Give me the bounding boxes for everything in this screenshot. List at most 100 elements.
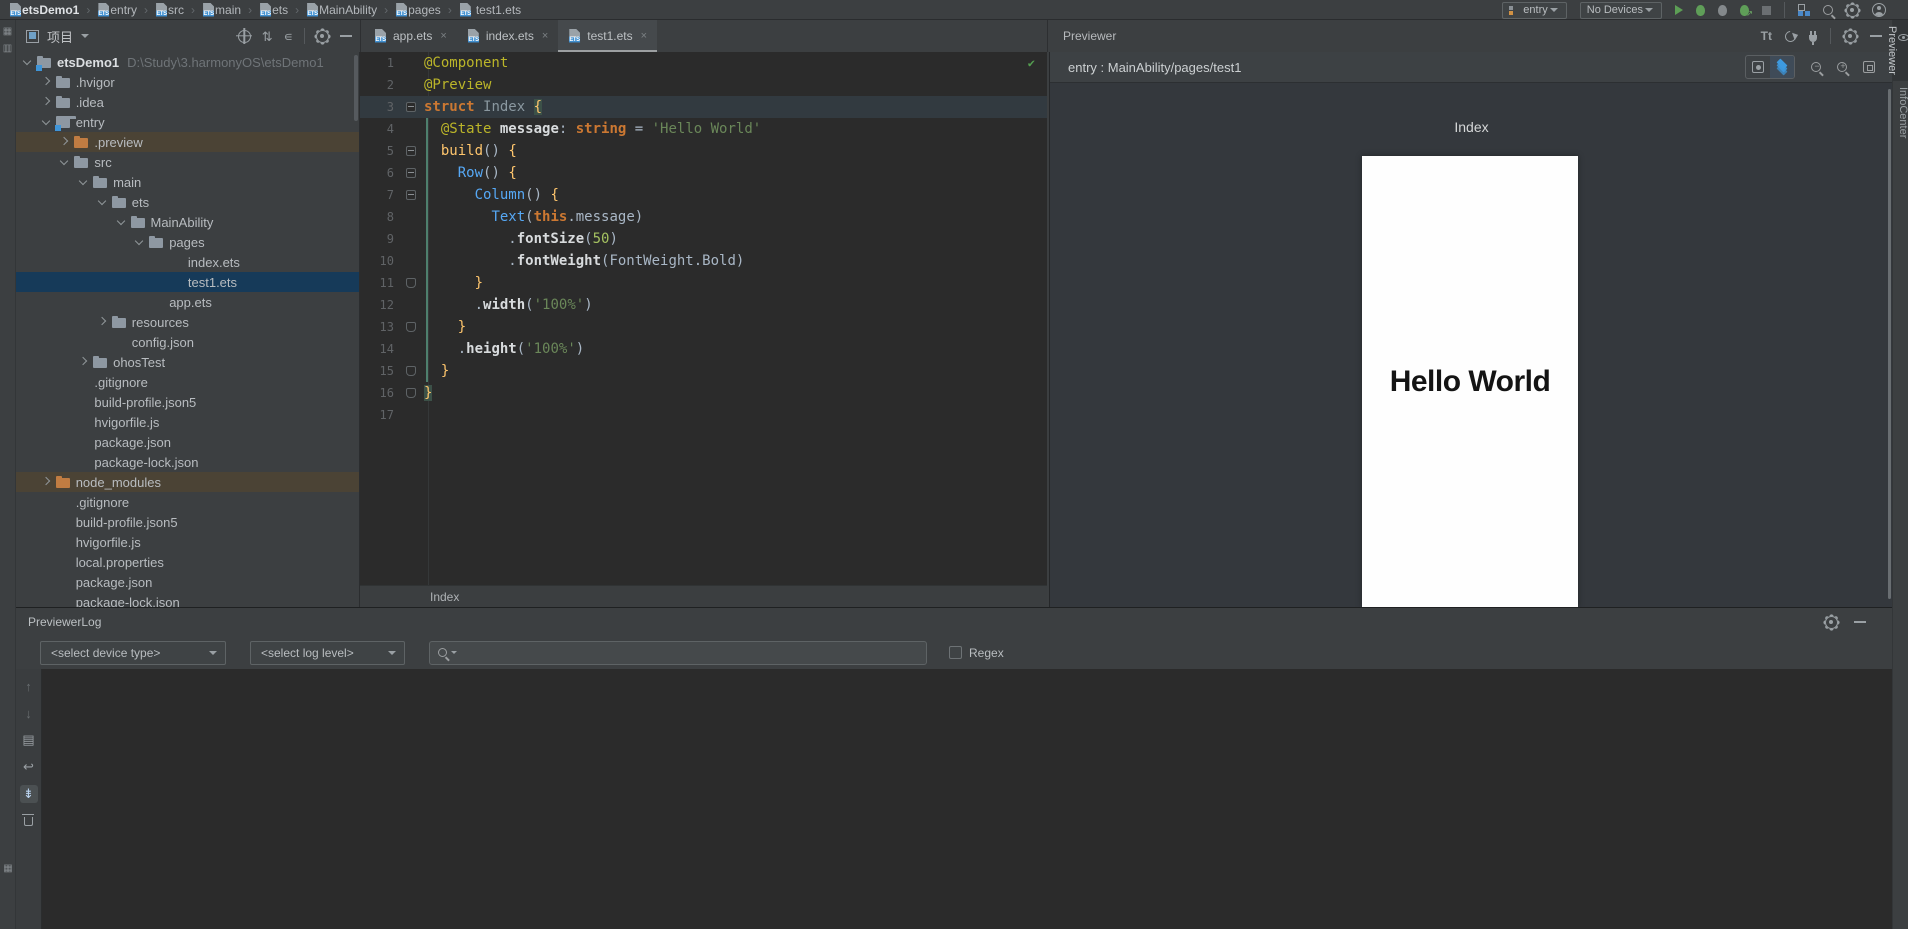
layers-view-button[interactable] [1770,56,1794,78]
tree-row[interactable]: .gitignore [16,372,359,392]
profile-button[interactable]: ↗ [1740,5,1749,16]
previewer-settings-gear-icon[interactable] [1844,30,1857,43]
chevron-icon[interactable] [57,155,71,169]
chevron-icon[interactable] [95,195,109,209]
fold-marker-icon[interactable] [394,162,424,184]
regex-option[interactable]: Regex [949,646,1004,660]
run-button[interactable] [1675,5,1683,15]
collapse-all-icon[interactable]: ∊︎ [284,30,293,43]
plugin-connect-icon[interactable] [1809,35,1817,42]
refresh-icon[interactable] [1783,28,1798,43]
chevron-icon[interactable] [95,315,109,329]
dock-tab-infocenter[interactable]: InfoCenter [1893,81,1908,144]
tree-row[interactable]: local.properties [16,552,359,572]
tree-row[interactable]: .hvigor [16,72,359,92]
tool-window-stripe-icon[interactable]: ▦ [0,26,15,37]
tool-window-stripe-icon[interactable]: ▥ [0,43,15,54]
fold-marker-icon[interactable] [394,316,424,338]
chevron-icon[interactable] [20,55,34,69]
chevron-down-icon[interactable] [81,34,89,38]
device-selector[interactable]: No Devices [1580,2,1662,19]
tree-row[interactable]: config.json [16,332,359,352]
tree-row[interactable]: test1.ets [16,272,359,292]
tree-row[interactable]: hvigorfile.js [16,412,359,432]
tree-row[interactable]: pages [16,232,359,252]
hide-log-panel-icon[interactable] [1854,621,1866,623]
font-scale-icon[interactable]: Tt [1761,29,1772,43]
breadcrumb-item[interactable]: ETS entry › [97,3,155,17]
fold-marker-icon[interactable] [394,118,424,140]
soft-wrap-icon[interactable]: ↩ [20,758,38,776]
run-config-selector[interactable]: entry [1502,2,1566,19]
tree-row[interactable]: MainAbility [16,212,359,232]
editor-tab[interactable]: ETS index.ets × [457,20,558,52]
editor-tab[interactable]: ETS app.ets × [364,20,457,52]
fold-marker-icon[interactable] [394,52,424,74]
project-structure-icon[interactable] [1798,4,1810,16]
tree-row[interactable]: src [16,152,359,172]
breadcrumb-item[interactable]: ETS main › [202,3,259,17]
chevron-icon[interactable] [39,95,53,109]
tree-row[interactable]: entry [16,112,359,132]
tree-row[interactable]: resources [16,312,359,332]
editor-tab[interactable]: ETS test1.ets × [558,20,657,52]
hide-panel-icon[interactable] [340,35,352,37]
fold-marker-icon[interactable] [394,272,424,294]
debug-button[interactable] [1696,5,1705,16]
chevron-icon[interactable] [39,475,53,489]
expand-all-icon[interactable]: ⇅ [262,30,273,43]
log-search-input[interactable] [460,646,926,660]
device-type-filter[interactable]: <select device type> [40,641,226,665]
fold-marker-icon[interactable] [394,184,424,206]
tree-row[interactable]: hvigorfile.js [16,532,359,552]
breadcrumb-item[interactable]: ETS test1.ets › [459,3,521,17]
tree-row[interactable]: package-lock.json [16,592,359,607]
fold-marker-icon[interactable] [394,382,424,404]
chevron-icon[interactable] [57,135,71,149]
breadcrumb-item[interactable]: ETS src › [155,3,202,17]
log-output-area[interactable]: ↑ ↓ ▤ ↩ ⇟ [16,669,1892,929]
chevron-icon[interactable] [76,175,90,189]
scroll-up-icon[interactable]: ↑ [20,677,38,695]
breadcrumb-item[interactable]: ETS pages › [395,3,459,17]
tree-row[interactable]: ets [16,192,359,212]
close-tab-icon[interactable]: × [440,30,446,42]
tree-row[interactable]: index.ets [16,252,359,272]
tree-row[interactable]: app.ets [16,292,359,312]
scroll-to-end-icon[interactable]: ⇟ [20,785,38,803]
fold-marker-icon[interactable] [394,294,424,316]
fold-marker-icon[interactable] [394,206,424,228]
chevron-icon[interactable] [76,355,90,369]
dock-tab-previewer[interactable]: Previewer [1893,20,1908,81]
clear-log-icon[interactable] [20,812,38,830]
tree-row[interactable]: build-profile.json5 [16,392,359,412]
search-options-chevron-icon[interactable] [451,651,457,654]
fold-marker-icon[interactable] [394,228,424,250]
breadcrumb-item[interactable]: ETS etsDemo1 › [9,3,97,17]
tree-row[interactable]: .idea [16,92,359,112]
close-tab-icon[interactable]: × [542,30,548,42]
log-search-field[interactable] [429,641,927,665]
fold-marker-icon[interactable] [394,96,424,118]
previewer-scrollbar[interactable] [1888,89,1891,599]
breadcrumb-item[interactable]: ETS ets › [259,3,306,17]
log-level-filter[interactable]: <select log level> [250,641,405,665]
fold-marker-icon[interactable] [394,140,424,162]
tree-row[interactable]: package.json [16,572,359,592]
profile-avatar[interactable] [1872,3,1886,17]
settings-gear-icon[interactable] [1846,4,1859,17]
log-settings-gear-icon[interactable] [1825,616,1838,629]
inspection-ok-icon[interactable]: ✔ [1028,56,1035,70]
tree-row[interactable]: .preview [16,132,359,152]
chevron-icon[interactable] [39,75,53,89]
chevron-icon[interactable] [39,115,53,129]
tree-row[interactable]: .gitignore [16,492,359,512]
scroll-down-icon[interactable]: ↓ [20,704,38,722]
chevron-icon[interactable] [114,215,128,229]
search-everywhere-icon[interactable] [1823,5,1833,15]
tree-row[interactable]: ohosTest [16,352,359,372]
editor-breadcrumb-item[interactable]: Index [430,590,459,604]
component-inspect-button[interactable] [1746,56,1770,78]
fit-to-window-icon[interactable] [1863,61,1875,73]
chevron-icon[interactable] [132,235,146,249]
